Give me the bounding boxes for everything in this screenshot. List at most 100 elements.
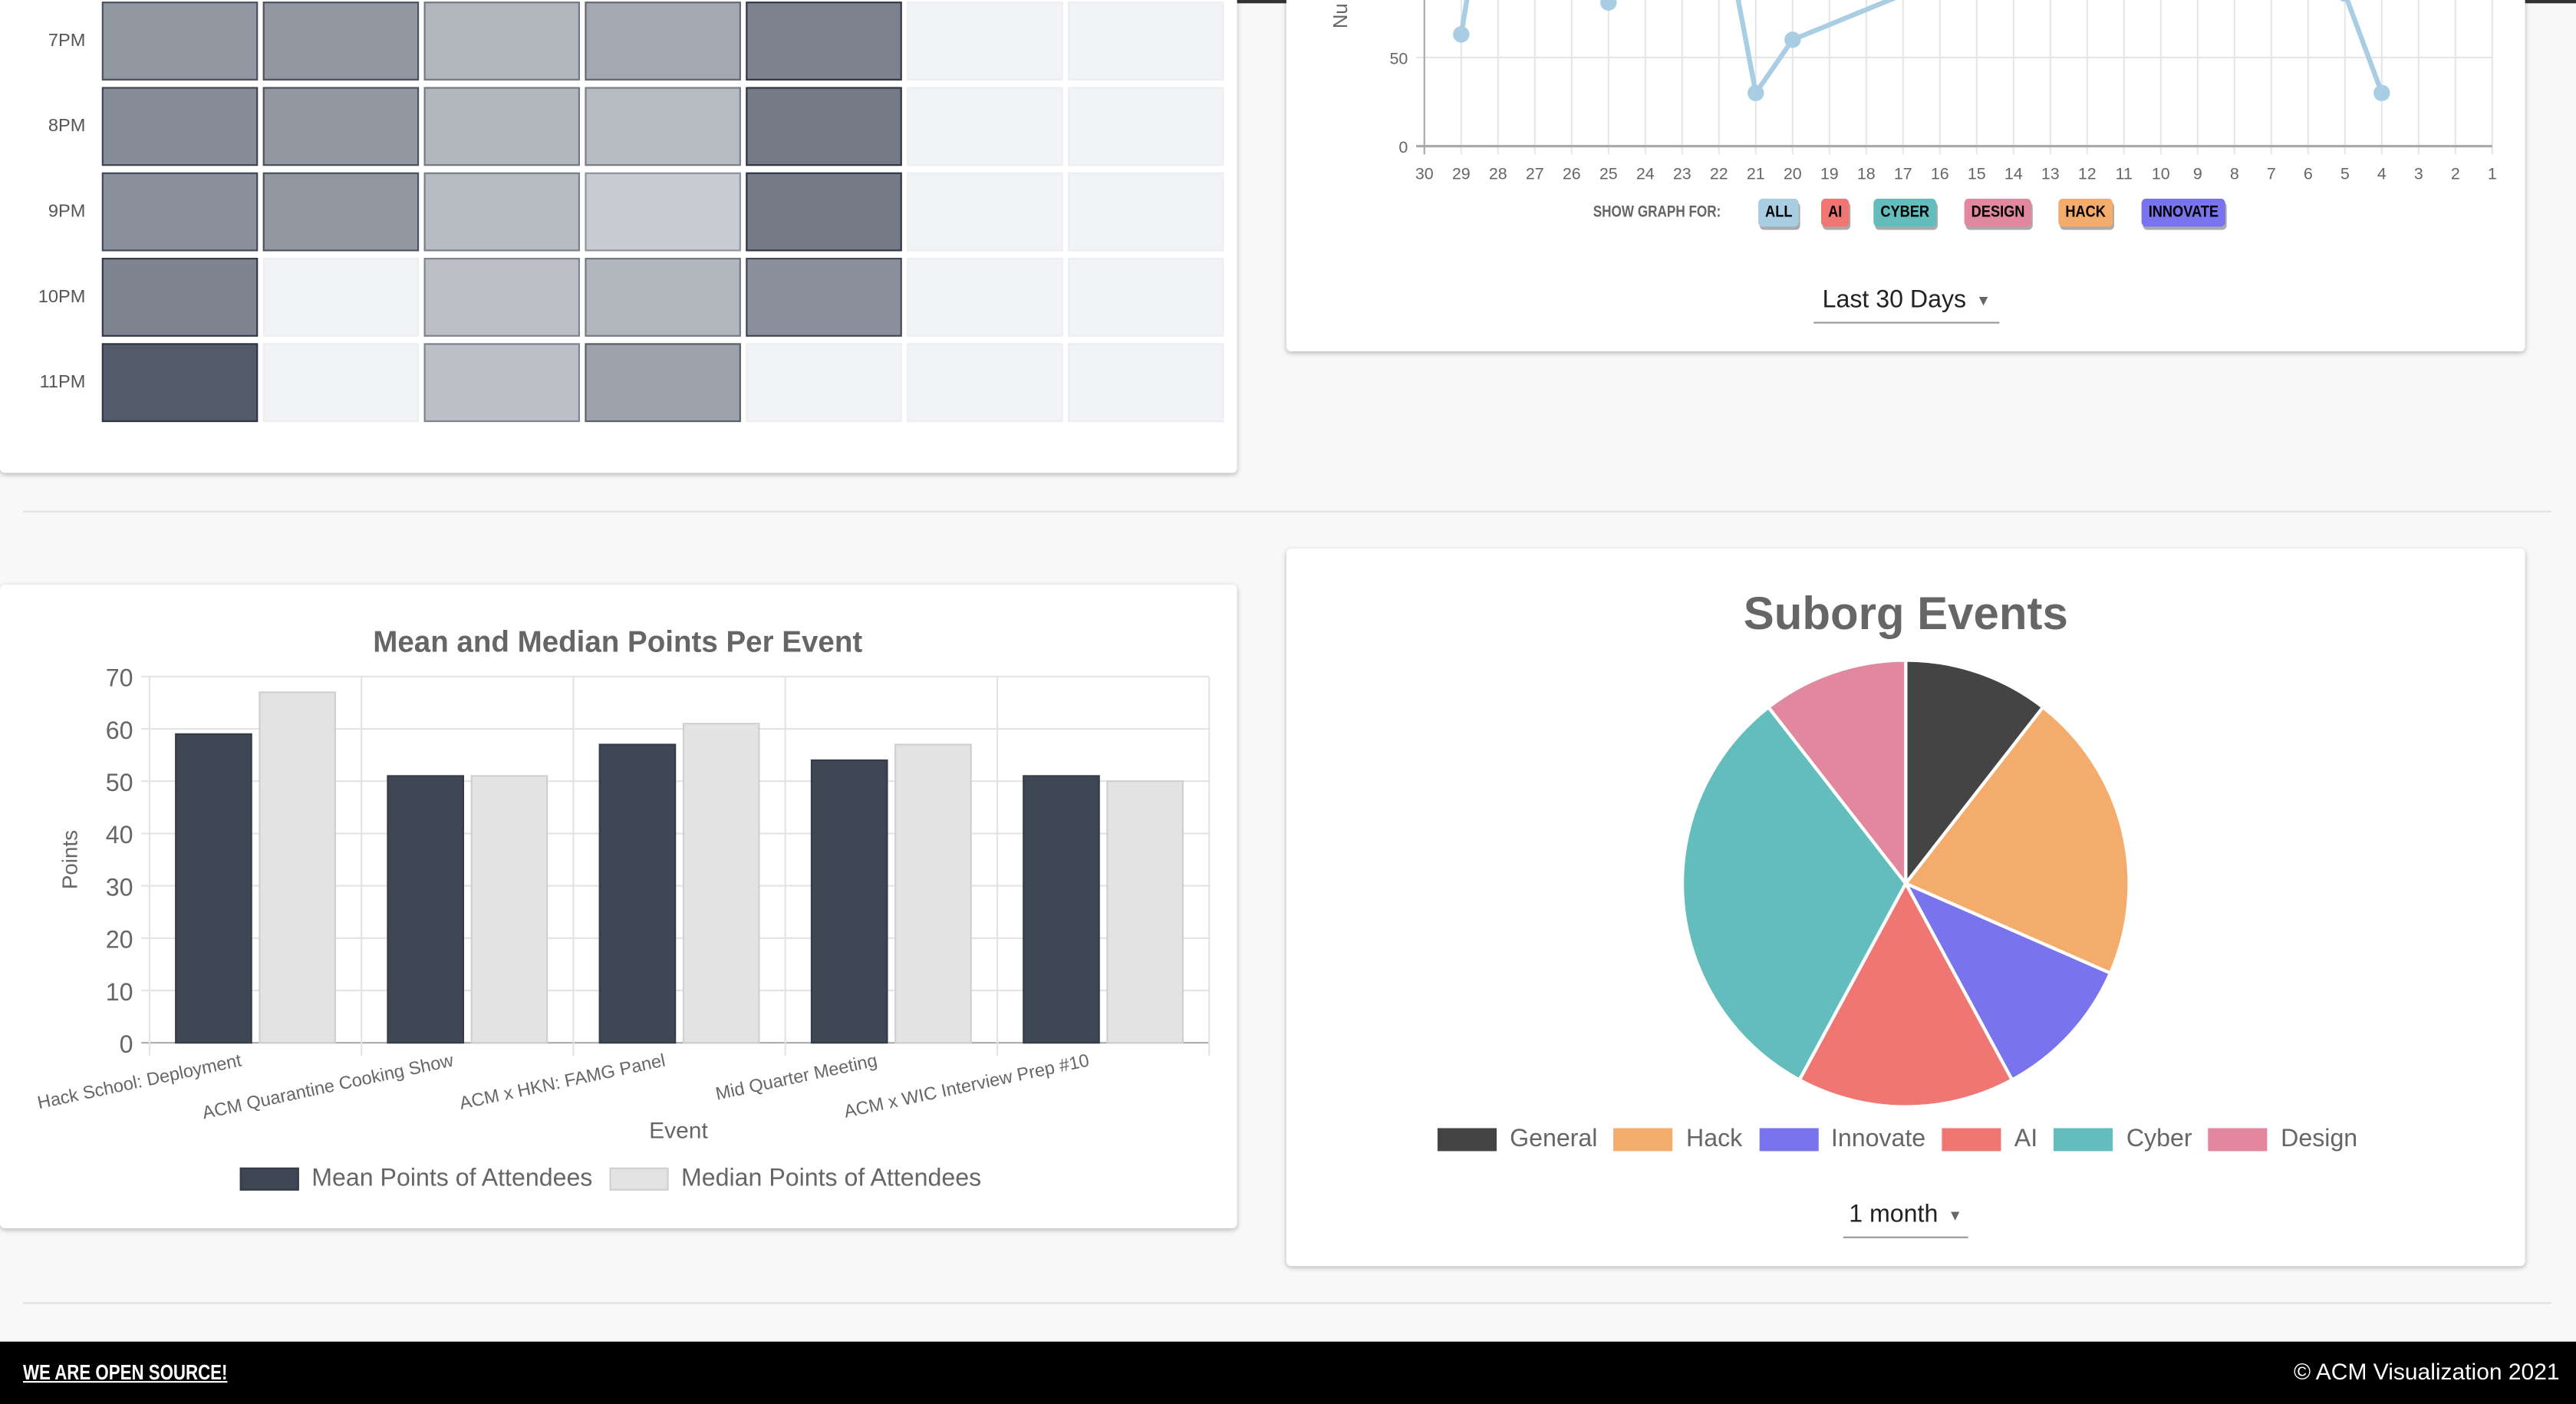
- bar-mean: [1023, 775, 1100, 1044]
- x-tick-label: 22: [1710, 164, 1728, 183]
- x-tick-label: 25: [1599, 164, 1618, 183]
- heatmap-cell[interactable]: [101, 87, 259, 166]
- bar-median: [894, 743, 972, 1044]
- legend-item[interactable]: General: [1437, 1125, 1597, 1153]
- filter-chip-hack[interactable]: HACK: [2059, 198, 2114, 227]
- legend-swatch: [608, 1166, 668, 1190]
- heatmap-cell[interactable]: [907, 2, 1063, 81]
- heatmap-cell[interactable]: [907, 87, 1063, 166]
- chart-title: Suborg Events: [1744, 588, 2068, 639]
- x-tick-label: 14: [2004, 164, 2023, 183]
- heatmap-cell[interactable]: [262, 87, 420, 166]
- heatmap-cell[interactable]: [423, 2, 580, 81]
- heatmap-cell[interactable]: [1068, 343, 1224, 423]
- x-tick-label: ACM x HKN: FAMG Panel: [457, 1050, 667, 1113]
- x-tick-label: Mid Quarter Meeting: [713, 1050, 878, 1104]
- x-tick-label: 30: [1415, 164, 1434, 183]
- heatmap-cell[interactable]: [585, 258, 741, 337]
- heatmap-cell[interactable]: [101, 258, 259, 337]
- heatmap-cell[interactable]: [262, 2, 420, 81]
- heatmap-cell[interactable]: [585, 87, 741, 166]
- legend-label: Design: [2281, 1125, 2358, 1153]
- heatmap-cell[interactable]: [585, 172, 741, 252]
- x-tick-label: 6: [2304, 164, 2313, 183]
- legend-item[interactable]: Median Points of Attendees: [608, 1165, 981, 1192]
- heatmap-cell[interactable]: [585, 343, 741, 423]
- x-tick-label: 1: [2488, 164, 2497, 183]
- heatmap-cell[interactable]: [746, 87, 902, 166]
- filter-chip-innovate[interactable]: INNOVATE: [2142, 198, 2226, 227]
- y-axis-title: Points: [58, 830, 82, 889]
- show-graph-label: SHOW GRAPH FOR:: [1593, 203, 1722, 222]
- heatmap-cell[interactable]: [907, 343, 1063, 423]
- legend-swatch: [1437, 1127, 1497, 1151]
- y-tick-label: 10: [106, 978, 133, 1006]
- x-axis-title: Event: [649, 1118, 708, 1143]
- heatmap-cell[interactable]: [101, 2, 259, 81]
- y-tick-label: 60: [106, 717, 133, 744]
- data-point: [1600, 0, 1617, 11]
- heatmap-cell[interactable]: [1068, 258, 1224, 337]
- legend-label: Cyber: [2126, 1125, 2192, 1153]
- heatmap-cell[interactable]: [101, 343, 259, 423]
- heatmap-cell[interactable]: [423, 343, 580, 423]
- filter-chip-ai[interactable]: AI: [1821, 198, 1850, 227]
- heatmap-cell[interactable]: [423, 172, 580, 252]
- legend-item[interactable]: Mean Points of Attendees: [239, 1165, 592, 1192]
- x-tick-label: 15: [1968, 164, 1986, 183]
- heatmap-cell[interactable]: [262, 343, 420, 423]
- heatmap-cell[interactable]: [1068, 87, 1224, 166]
- legend-item[interactable]: Innovate: [1758, 1125, 1925, 1153]
- filter-chip-all[interactable]: ALL: [1757, 198, 1799, 227]
- legend-swatch: [2054, 1127, 2113, 1151]
- filter-chip-design[interactable]: DESIGN: [1964, 198, 2032, 227]
- filter-chip-cyber[interactable]: CYBER: [1873, 198, 1937, 227]
- legend-item[interactable]: Cyber: [2054, 1125, 2192, 1153]
- x-tick-label: 7: [2267, 164, 2276, 183]
- x-tick-label: 23: [1673, 164, 1692, 183]
- heatmap-cell[interactable]: [746, 343, 902, 423]
- heatmap-cell[interactable]: [1068, 172, 1224, 252]
- heatmap-cell[interactable]: [423, 258, 580, 337]
- pie-chart-legend: General Hack Innovate AI Cyber Design: [1286, 1125, 2525, 1153]
- legend-swatch: [239, 1166, 299, 1190]
- heatmap-cell[interactable]: [907, 258, 1063, 337]
- x-tick-label: 21: [1747, 164, 1765, 183]
- legend-item[interactable]: Design: [2208, 1125, 2358, 1153]
- x-tick-label: ACM x WIC Interview Prep #10: [842, 1050, 1091, 1122]
- copyright: © ACM Visualization 2021: [2294, 1358, 2560, 1385]
- heatmap-card: 7PM 8PM 9PM 10PM 11PM: [0, 0, 1237, 473]
- x-tick-label: 26: [1563, 164, 1581, 183]
- heatmap-cell[interactable]: [746, 2, 902, 81]
- heatmap-cell[interactable]: [423, 87, 580, 166]
- x-tick-label: 11: [2116, 164, 2133, 183]
- heatmap-cell[interactable]: [746, 172, 902, 252]
- pie-range-dropdown[interactable]: 1 month ▼: [1843, 1201, 1968, 1238]
- section-divider: [22, 510, 2551, 512]
- x-tick-label: 8: [2230, 164, 2239, 183]
- x-tick-label: 28: [1489, 164, 1507, 183]
- y-tick-label: 50: [1390, 49, 1408, 68]
- y-tick-label: 20: [106, 926, 133, 954]
- date-range-dropdown[interactable]: Last 30 Days ▼: [1813, 285, 2000, 324]
- y-axis-title: Nu: [1330, 3, 1352, 28]
- page: 7PM 8PM 9PM 10PM 11PM 30 29 28 27 26 25 24 23 22 21 20…: [0, 0, 2576, 1404]
- legend-item[interactable]: AI: [1942, 1125, 2037, 1153]
- heatmap-cell[interactable]: [262, 172, 420, 252]
- heatmap-cell[interactable]: [585, 2, 741, 81]
- x-tick-label: 17: [1894, 164, 1912, 183]
- legend-item[interactable]: Hack: [1613, 1125, 1742, 1153]
- heatmap-cell[interactable]: [907, 172, 1063, 252]
- heatmap-cell[interactable]: [746, 258, 902, 337]
- heatmap-cell[interactable]: [101, 172, 259, 252]
- x-tick-label: 3: [2414, 164, 2423, 183]
- x-tick-label: 19: [1820, 164, 1839, 183]
- open-source-link[interactable]: WE ARE OPEN SOURCE!: [23, 1360, 227, 1384]
- y-tick-label: 0: [1398, 138, 1408, 157]
- legend-swatch: [1758, 1127, 1818, 1151]
- heatmap-cell[interactable]: [1068, 2, 1224, 81]
- heatmap-cell[interactable]: [262, 258, 420, 337]
- x-tick-label: 4: [2377, 164, 2387, 183]
- x-tick-label: 27: [1526, 164, 1544, 183]
- bar-median: [1106, 780, 1184, 1044]
